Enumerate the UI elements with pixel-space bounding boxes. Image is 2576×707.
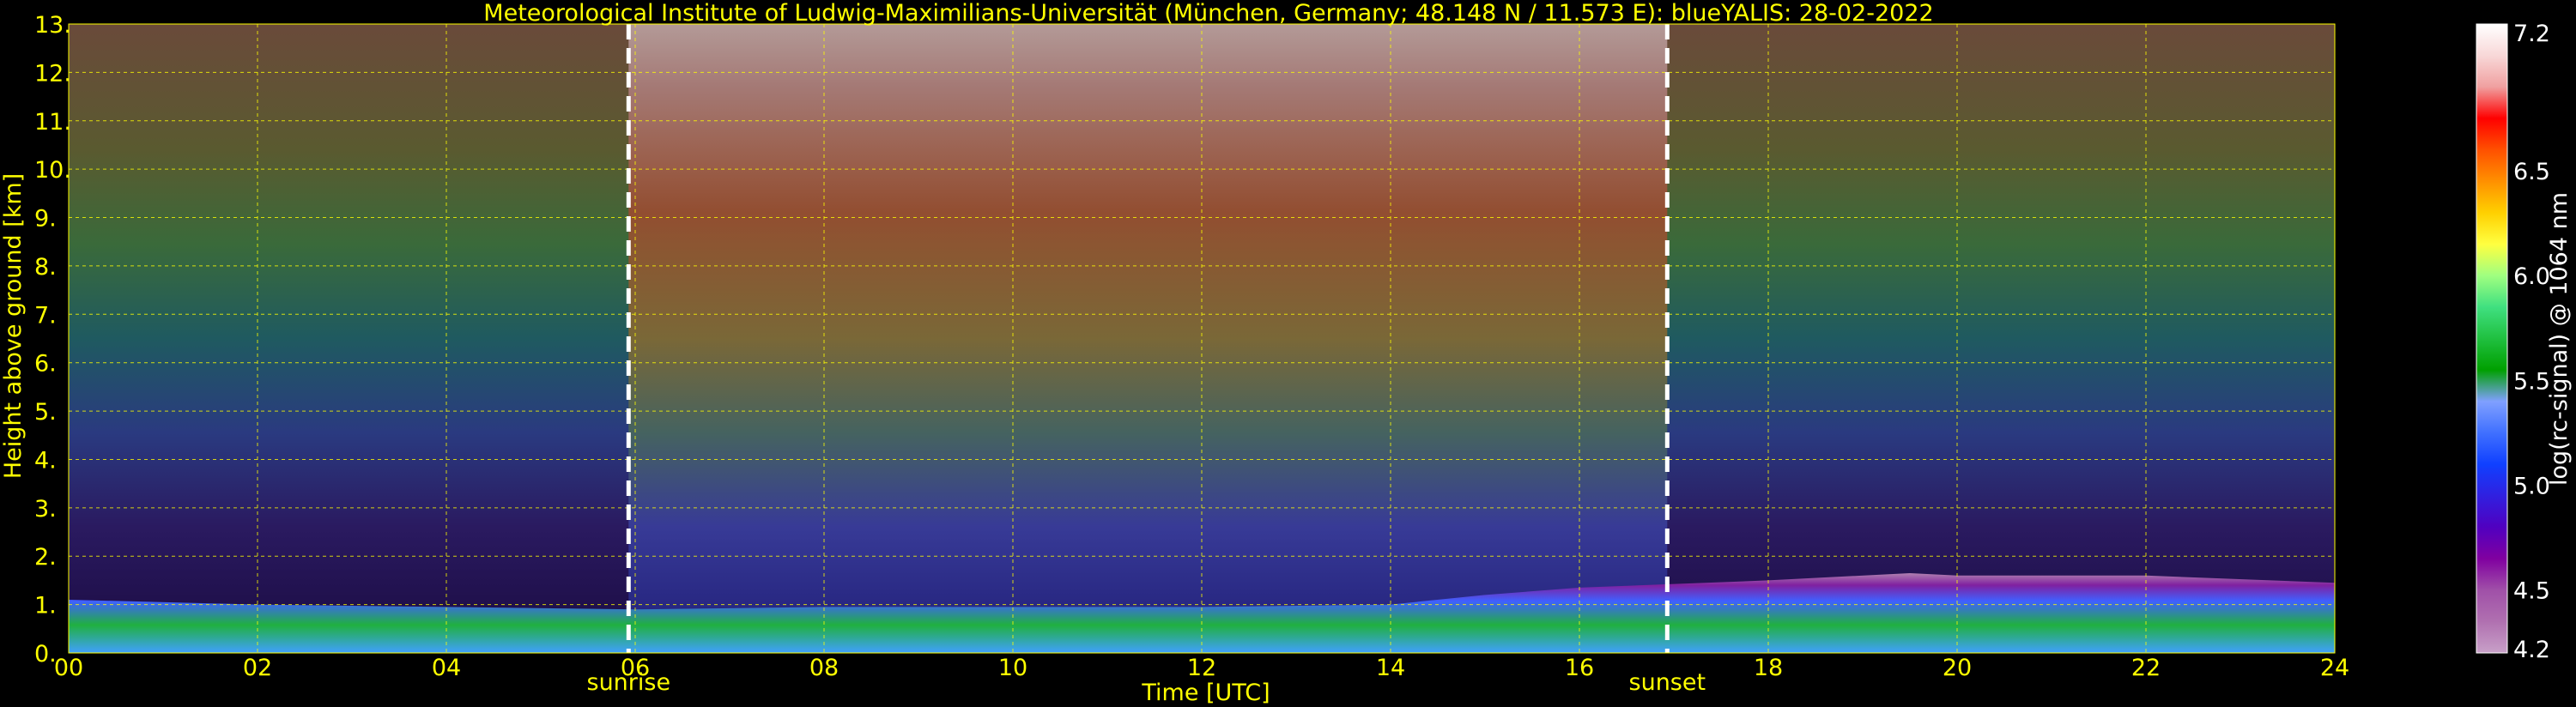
x-tick-label: 06 — [621, 655, 650, 681]
x-tick-label: 20 — [1943, 655, 1972, 681]
daytime-signal — [628, 24, 1668, 653]
y-tick-label: 7. — [34, 302, 57, 329]
lidar-quicklook-chart: sunrise sunset 00 02 04 06 08 10 12 14 16 18 20 22 24… — [0, 0, 2573, 706]
y-tick-label: 13. — [34, 12, 71, 39]
colorbar-tick-label: 6.5 — [2513, 159, 2550, 185]
y-tick-label: 6. — [34, 351, 57, 378]
y-tick-label: 12. — [34, 60, 71, 87]
x-tick-label: 18 — [1754, 655, 1783, 681]
y-tick-label: 9. — [34, 206, 57, 233]
colorbar-tick-label: 6.0 — [2513, 263, 2550, 290]
x-tick-label: 00 — [54, 655, 83, 681]
y-axis-label: Height above ground [km] — [0, 173, 27, 479]
x-tick-label: 24 — [2320, 655, 2349, 681]
x-tick-label: 12 — [1187, 655, 1216, 681]
y-tick-label: 2. — [34, 544, 57, 571]
colorbar-tick-label: 4.5 — [2513, 578, 2550, 605]
colorbar-tick-label: 5.5 — [2513, 368, 2550, 395]
y-tick-label: 0. — [34, 641, 57, 668]
y-tick-label: 3. — [34, 496, 57, 523]
y-tick-label: 8. — [34, 254, 57, 281]
colorbar-tick-label: 5.0 — [2513, 474, 2550, 500]
y-tick-label: 4. — [34, 447, 57, 474]
y-tick-label: 1. — [34, 593, 57, 619]
colorbar-scale — [2476, 23, 2508, 654]
x-tick-label: 08 — [809, 655, 839, 681]
colorbar-ticks: 7.2 6.5 6.0 5.5 5.0 4.5 4.2 — [2513, 21, 2550, 663]
x-tick-label: 14 — [1376, 655, 1405, 681]
x-tick-label: 22 — [2131, 655, 2161, 681]
x-axis-label: Time [UTC] — [1141, 680, 1270, 706]
y-tick-label: 10. — [34, 157, 71, 184]
x-tick-label: 10 — [998, 655, 1027, 681]
x-tick-label: 02 — [243, 655, 272, 681]
x-tick-label: 04 — [432, 655, 461, 681]
y-tick-label: 11. — [34, 109, 71, 136]
x-tick-label: 16 — [1565, 655, 1594, 681]
plot-area: sunrise sunset — [68, 23, 2336, 696]
colorbar-tick-label: 7.2 — [2513, 21, 2550, 47]
chart-title: Meteorological Institute of Ludwig-Maxim… — [483, 0, 1933, 27]
sunset-label: sunset — [1629, 669, 1706, 696]
colorbar: 7.2 6.5 6.0 5.5 5.0 4.5 4.2 log(rc-signal) @ 1… — [2476, 21, 2573, 663]
colorbar-label: log(rc-signal) @ 1064 nm — [2546, 192, 2573, 486]
colorbar-tick-label: 4.2 — [2513, 637, 2550, 663]
y-tick-label: 5. — [34, 399, 57, 426]
